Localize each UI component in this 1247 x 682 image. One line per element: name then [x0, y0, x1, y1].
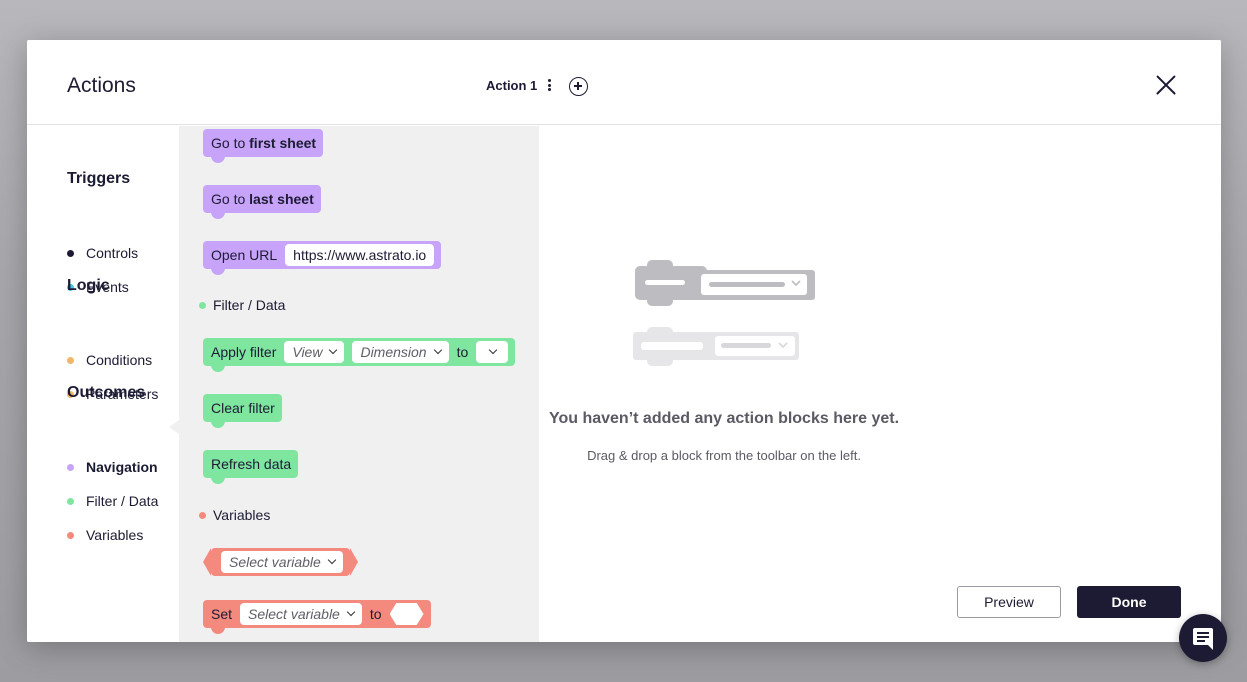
- block-open-url[interactable]: Open URL https://www.astrato.io: [203, 241, 442, 275]
- sidebar-heading-triggers: Triggers: [67, 170, 131, 187]
- block-toolbox: Go to first sheet Go to last sheet Open …: [179, 126, 539, 642]
- block-go-first-sheet[interactable]: Go to first sheet: [203, 129, 324, 163]
- block-connector-icon: [211, 156, 225, 163]
- chevron-down-icon: [346, 607, 356, 617]
- block-connector-icon: [211, 268, 225, 275]
- select-variable-label: Select variable: [229, 554, 321, 570]
- block-refresh-data-label: Refresh data: [211, 456, 292, 472]
- sidebar-item-variables[interactable]: Variables: [67, 527, 143, 543]
- sidebar-item-label: Conditions: [86, 352, 153, 368]
- block-go-last-target: last sheet: [249, 191, 314, 207]
- set-variable-placeholder: Select variable: [248, 606, 340, 622]
- sidebar-heading-logic: Logic: [67, 277, 110, 294]
- chevron-down-icon: [489, 345, 498, 355]
- block-apply-filter-label: Apply filter: [211, 344, 277, 360]
- block-connector-icon: [211, 627, 225, 634]
- block-variable-value[interactable]: Select variable: [203, 548, 358, 576]
- block-connector-icon: [211, 365, 225, 372]
- actions-modal: Actions Action 1 Triggers Controls Event…: [27, 40, 1221, 642]
- block-clear-filter-label: Clear filter: [211, 400, 275, 416]
- hex-edge-icon: [203, 548, 211, 576]
- filter-dot-icon: [67, 497, 74, 505]
- select-variable-dropdown[interactable]: Select variable: [221, 551, 343, 573]
- sidebar-item-conditions[interactable]: Conditions: [67, 352, 152, 368]
- block-connector-icon: [211, 421, 225, 428]
- preview-button[interactable]: Preview: [957, 586, 1061, 618]
- chevron-down-icon: [433, 345, 442, 355]
- sidebar-heading-outcomes: Outcomes: [67, 384, 146, 401]
- sidebar-item-filter-data[interactable]: Filter / Data: [67, 493, 158, 509]
- chat-icon: [1193, 628, 1213, 650]
- block-go-first-target: first sheet: [249, 135, 317, 151]
- block-apply-filter[interactable]: Apply filter View Dimension to: [203, 338, 516, 372]
- action-canvas[interactable]: You haven’t added any action blocks here…: [539, 126, 1221, 642]
- block-open-url-label: Open URL: [211, 247, 278, 263]
- value-dropdown[interactable]: [476, 341, 509, 363]
- close-icon[interactable]: [1155, 74, 1177, 96]
- view-dropdown-label: View: [292, 344, 323, 360]
- section-label: Variables: [213, 507, 271, 523]
- block-set-variable[interactable]: Set Select variable to: [203, 600, 431, 634]
- category-sidebar: Triggers Controls Events Logic Condition…: [27, 126, 179, 642]
- sidebar-item-navigation[interactable]: Navigation: [67, 459, 158, 475]
- dimension-dropdown[interactable]: Dimension: [352, 341, 449, 363]
- block-go-last-prefix: Go to: [211, 191, 250, 207]
- modal-header: Actions Action 1: [27, 40, 1221, 125]
- to-label: to: [369, 606, 382, 622]
- sidebar-item-label: Filter / Data: [86, 493, 159, 509]
- hex-edge-icon: [349, 548, 358, 576]
- active-pointer-icon: [169, 420, 179, 434]
- sidebar-item-label: Variables: [86, 527, 144, 543]
- chat-button[interactable]: [1179, 614, 1227, 662]
- chevron-down-icon: [329, 345, 338, 355]
- variables-section-dot-icon: [199, 511, 206, 519]
- sidebar-item-label: Navigation: [86, 459, 158, 475]
- empty-blocks-illustration-icon: [633, 260, 815, 366]
- block-connector-icon: [211, 212, 225, 219]
- block-connector-icon: [211, 477, 225, 484]
- block-go-first-prefix: Go to: [211, 135, 250, 151]
- empty-state-title: You haven’t added any action blocks here…: [548, 410, 900, 427]
- modal-title: Actions: [67, 74, 136, 97]
- section-variables: Variables: [199, 507, 270, 523]
- done-button[interactable]: Done: [1077, 586, 1181, 618]
- block-refresh-data[interactable]: Refresh data: [203, 450, 299, 484]
- add-action-icon[interactable]: [569, 77, 588, 96]
- variables-dot-icon: [67, 531, 74, 539]
- section-label: Filter / Data: [213, 297, 286, 313]
- dimension-dropdown-label: Dimension: [360, 344, 427, 360]
- block-go-last-sheet[interactable]: Go to last sheet: [203, 185, 321, 219]
- chevron-down-icon: [327, 555, 337, 565]
- sidebar-item-label: Controls: [86, 245, 139, 261]
- set-variable-dropdown[interactable]: Select variable: [240, 603, 362, 625]
- sidebar-item-controls[interactable]: Controls: [67, 245, 138, 261]
- block-set-label: Set: [211, 606, 233, 622]
- navigation-dot-icon: [67, 463, 74, 471]
- section-filter-data: Filter / Data: [199, 297, 285, 313]
- url-field[interactable]: https://www.astrato.io: [285, 244, 435, 266]
- tab-action-1[interactable]: Action 1: [486, 78, 537, 93]
- to-label: to: [456, 344, 469, 360]
- view-dropdown[interactable]: View: [284, 341, 345, 363]
- more-options-icon[interactable]: [545, 78, 553, 94]
- conditions-dot-icon: [67, 356, 74, 364]
- value-input[interactable]: [389, 603, 424, 625]
- filter-section-dot-icon: [199, 301, 206, 309]
- controls-dot-icon: [67, 249, 74, 257]
- empty-state-subtitle: Drag & drop a block from the toolbar on …: [587, 448, 861, 463]
- block-clear-filter[interactable]: Clear filter: [203, 394, 282, 428]
